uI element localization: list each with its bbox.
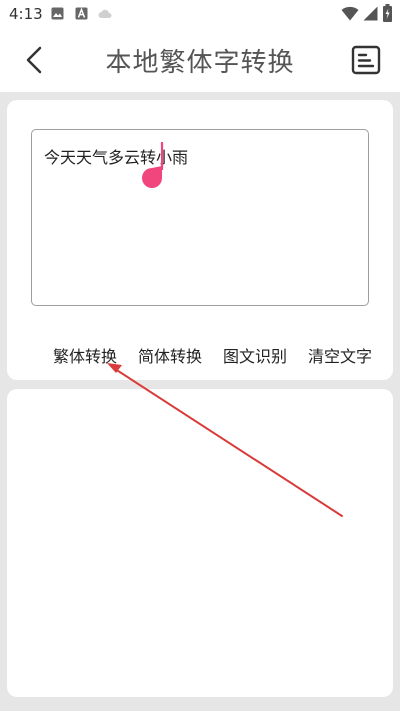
ocr-button[interactable]: 图文识别: [223, 343, 287, 367]
gallery-icon: [51, 7, 64, 20]
back-button[interactable]: [18, 42, 54, 78]
chevron-left-icon: [26, 46, 42, 74]
text-input[interactable]: 今天天气多云转小雨: [31, 129, 369, 306]
cloud-icon: [98, 9, 112, 18]
clear-text-button[interactable]: 清空文字: [308, 343, 372, 367]
traditional-convert-button[interactable]: 繁体转换: [53, 343, 117, 367]
document-list-icon: [351, 45, 381, 75]
wifi-icon: [341, 6, 359, 21]
app-bar: 本地繁体字转换: [0, 28, 400, 92]
output-card: [7, 389, 393, 697]
input-card: 今天天气多云转小雨 繁体转换 简体转换 图文识别 清空文字: [7, 100, 393, 380]
status-bar: 4:13: [0, 0, 400, 28]
signal-icon: [363, 6, 378, 21]
battery-icon: [383, 4, 392, 22]
page-title: 本地繁体字转换: [105, 48, 295, 78]
a-notification-icon: [75, 7, 88, 20]
history-menu-button[interactable]: [349, 43, 383, 77]
simplified-convert-button[interactable]: 简体转换: [138, 343, 202, 367]
status-time: 4:13: [9, 5, 43, 23]
